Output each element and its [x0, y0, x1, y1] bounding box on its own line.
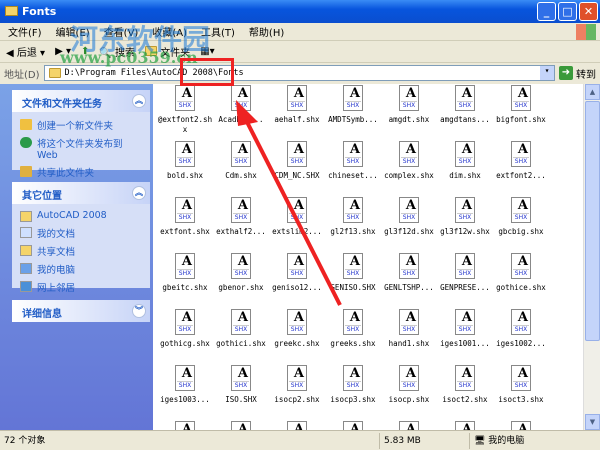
arrow-head — [236, 100, 258, 126]
arrow-shaft — [243, 117, 342, 306]
annotation-arrow — [236, 100, 342, 306]
